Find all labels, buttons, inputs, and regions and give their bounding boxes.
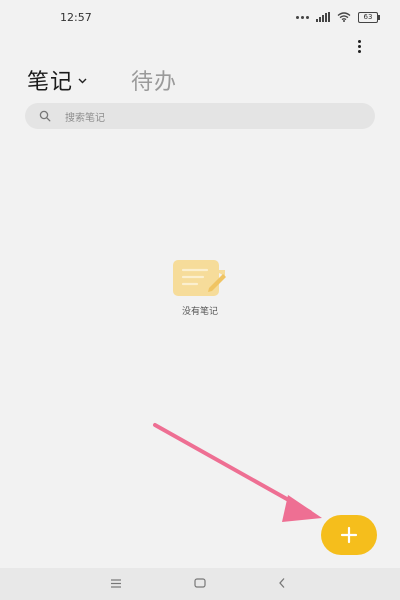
- tab-notes[interactable]: 笔记: [27, 64, 87, 96]
- tab-todo[interactable]: 待办: [131, 64, 177, 96]
- status-time: 12:57: [60, 11, 92, 24]
- note-edit-icon: [173, 260, 226, 296]
- search-bar[interactable]: 搜索笔记: [25, 103, 375, 129]
- back-icon[interactable]: [278, 577, 286, 589]
- add-note-button[interactable]: [321, 515, 377, 555]
- status-icons: 63: [296, 10, 380, 24]
- search-placeholder: 搜索笔记: [65, 112, 105, 124]
- home-icon[interactable]: [194, 578, 206, 588]
- system-nav-bar: [0, 568, 400, 600]
- search-icon: [39, 110, 51, 122]
- plus-icon: [340, 526, 358, 544]
- notes-app-screen: 12:57 63 笔记 待办 搜索笔记 没有笔记: [0, 0, 400, 600]
- chevron-down-icon: [78, 78, 87, 84]
- notification-dots-icon: [296, 15, 309, 19]
- more-menu-button[interactable]: [350, 36, 368, 56]
- tab-notes-label: 笔记: [27, 70, 74, 95]
- battery-icon: 63: [358, 11, 380, 23]
- signal-icon: [316, 12, 330, 22]
- menu-icon[interactable]: [110, 579, 122, 588]
- wifi-icon: [337, 12, 351, 22]
- empty-state-text: 没有笔记: [181, 307, 218, 317]
- status-bar: 12:57 63: [0, 0, 400, 34]
